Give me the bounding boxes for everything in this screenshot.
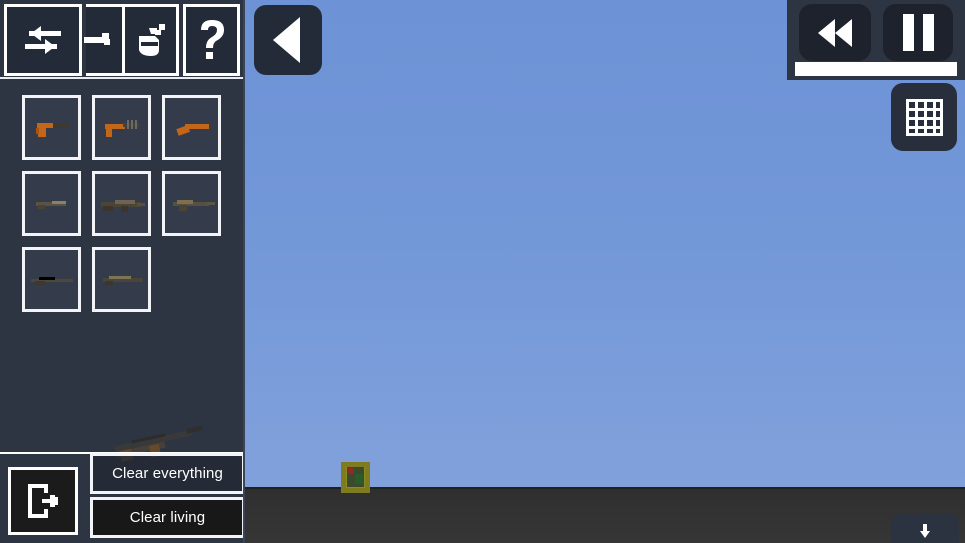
clear-living-button[interactable]: Clear living [90,497,245,538]
download-icon [920,524,930,538]
playback-panel [787,0,965,80]
inventory-slot-carbine[interactable] [22,171,81,236]
sidebar-edge [243,0,245,543]
toolbar-swap-button[interactable] [4,4,82,76]
ground-plane [245,487,965,543]
game-viewport[interactable] [245,0,965,543]
weapon-inventory-grid [22,95,222,323]
rewind-icon-second [835,18,852,47]
inventory-row [22,95,222,160]
inventory-slot-rifle[interactable] [92,171,151,236]
pause-icon-bar-left [902,14,914,51]
inventory-slot-sawnoff[interactable] [162,95,221,160]
arrow-right-icon [83,33,110,45]
assault-rifle-sprite [172,199,215,211]
sniper-sprite [30,276,73,285]
inventory-slot-pistol[interactable] [22,95,81,160]
triangle-left-icon [272,17,300,63]
timeline-scrubber[interactable] [795,62,957,76]
inventory-row [22,247,222,312]
game-screen: Clear everything Clear living [0,0,965,543]
sawed-off-sprite [175,123,209,136]
swap-arrows-icon [25,26,61,54]
toolbar-help-button[interactable] [183,4,240,76]
rewind-button[interactable] [799,4,871,61]
crate-marker-red [348,468,354,474]
inventory-row [22,171,222,236]
toolbar-fill-button[interactable] [122,4,179,76]
timeline-progress-fill [795,62,957,76]
clear-everything-button[interactable]: Clear everything [90,453,245,494]
clear-button-group: Clear everything Clear living [90,453,245,538]
inventory-slot-assault[interactable] [162,171,221,236]
inventory-slot-smg[interactable] [92,95,151,160]
rewind-icon [818,18,835,47]
pause-button[interactable] [883,4,953,61]
supply-crate-entity[interactable] [341,462,370,493]
download-tab-button[interactable] [891,513,959,543]
left-sidebar: Clear everything Clear living [0,0,245,543]
back-button[interactable] [254,5,322,75]
question-mark-icon [200,20,224,59]
sidebar-toolbar [0,0,245,79]
exit-door-icon [28,484,58,518]
inventory-slot-empty [162,247,221,312]
crate-marker-green [355,474,363,484]
rifle-sprite [100,199,145,212]
grid-toggle-button[interactable] [891,83,957,151]
toolbar-divider-right [86,77,245,79]
pistol-sprite [35,122,69,137]
grid-icon [906,99,943,136]
shotgun-sprite [102,275,143,285]
inventory-slot-sniper[interactable] [22,247,81,312]
exit-button[interactable] [8,467,78,535]
carbine-sprite [35,200,66,209]
paint-bucket-icon [138,24,165,56]
inventory-slot-shotgun[interactable] [92,247,151,312]
crate-face [347,467,364,487]
submachinegun-sprite [104,119,139,137]
pause-icon-bar-right [922,14,934,51]
